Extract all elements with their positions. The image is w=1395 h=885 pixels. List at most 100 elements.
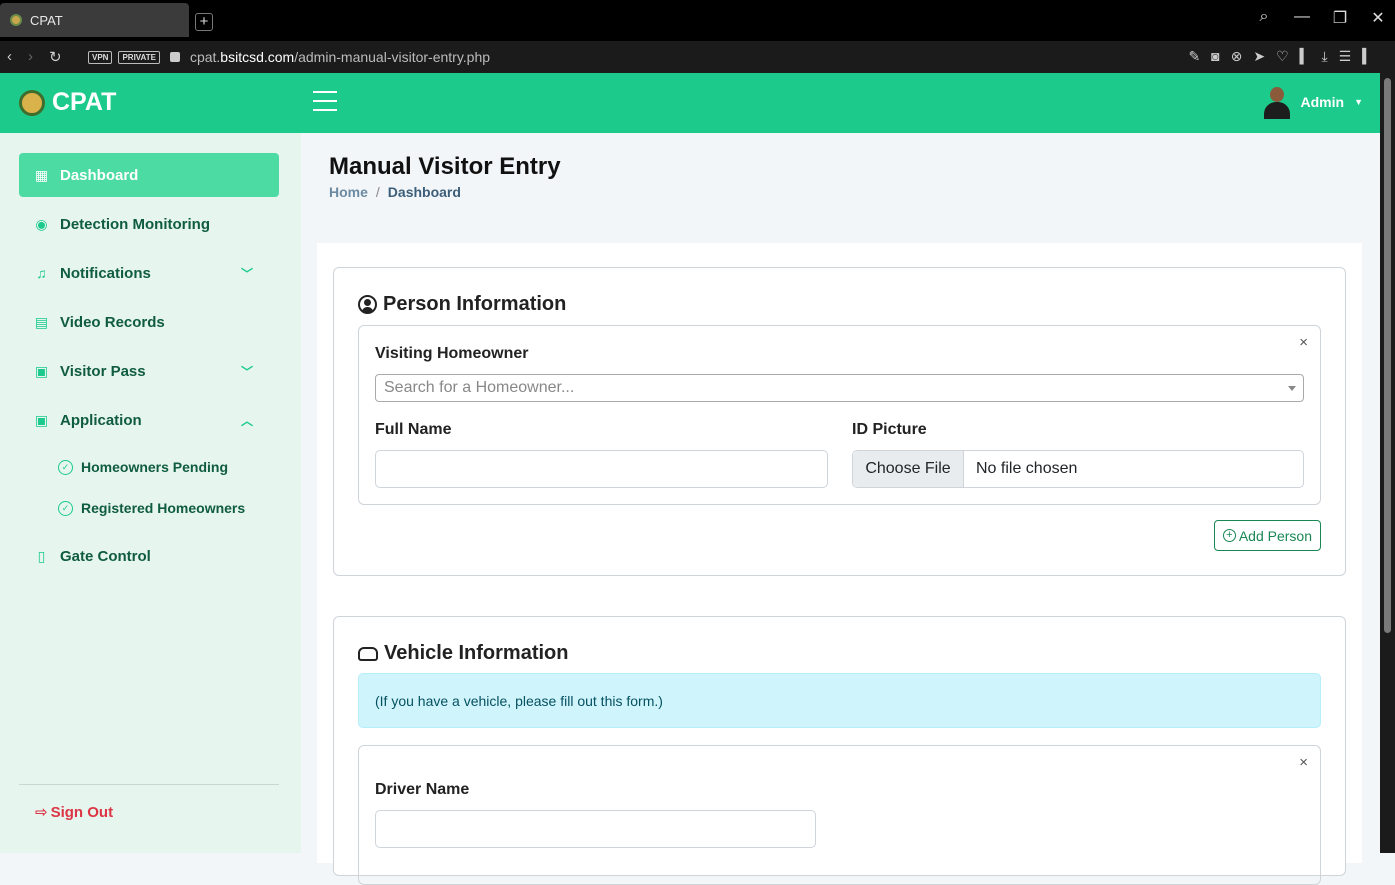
page-scrollbar[interactable] bbox=[1380, 73, 1395, 853]
back-icon[interactable]: ‹ bbox=[7, 48, 12, 66]
url-field[interactable]: cpat.bsitcsd.com/admin-manual-visitor-en… bbox=[190, 49, 490, 65]
caret-down-icon bbox=[1288, 386, 1296, 391]
close-window-icon[interactable]: ✕ bbox=[1369, 8, 1387, 28]
brand-name: CPAT bbox=[52, 88, 117, 116]
download-icon[interactable]: ⤓ bbox=[1321, 48, 1327, 65]
url-prefix: cpat. bbox=[189, 49, 221, 65]
sidebar-subitem-label: Registered Homeowners bbox=[81, 500, 246, 516]
sign-out-link[interactable]: ⇨ Sign Out bbox=[35, 803, 114, 822]
sidebar-item-dashboard[interactable]: ▦ Dashboard bbox=[19, 153, 279, 197]
address-bar: ‹ › ↻ VPN PRIVATE cpat.bsitcsd.com/admin… bbox=[0, 41, 1395, 73]
sidebar-subitem-label: Homeowners Pending bbox=[81, 459, 229, 475]
restore-icon[interactable]: ❐ bbox=[1331, 8, 1349, 28]
menu-icon[interactable]: ☰ bbox=[1339, 48, 1352, 65]
caret-down-icon: ▼ bbox=[1354, 97, 1363, 107]
sidebar-item-notifications[interactable]: ♫ Notifications ﹀ bbox=[19, 251, 279, 295]
vehicle-information-title: Vehicle Information bbox=[358, 642, 568, 665]
breadcrumb: Home / Dashboard bbox=[329, 184, 461, 200]
person-entry: × Visiting Homeowner Search for a Homeow… bbox=[358, 325, 1321, 505]
pass-icon: ▣ bbox=[34, 362, 49, 379]
browser-tools: ✎ ◙ ⊗ ➤ ♡ ▍ ⤓ ☰ ▍ bbox=[1188, 48, 1373, 65]
page-title: Manual Visitor Entry bbox=[329, 153, 561, 180]
url-domain: bsitcsd.com bbox=[220, 49, 295, 65]
sidebar-subitem-registered-homeowners[interactable]: ✓ Registered Homeowners bbox=[58, 493, 245, 523]
favicon-icon bbox=[10, 14, 22, 26]
minimize-icon[interactable]: — bbox=[1293, 8, 1311, 28]
sidebar-item-label: Gate Control bbox=[60, 547, 151, 565]
remove-vehicle-button[interactable]: × bbox=[1299, 754, 1308, 771]
reload-icon[interactable]: ↻ bbox=[49, 48, 62, 66]
chevron-down-icon: ﹀ bbox=[240, 364, 253, 379]
breadcrumb-separator: / bbox=[375, 184, 380, 200]
vehicle-information-card: Vehicle Information (If you have a vehic… bbox=[333, 616, 1346, 885]
browser-tab[interactable]: CPAT bbox=[0, 3, 189, 37]
grid-icon: ▦ bbox=[34, 166, 49, 183]
full-name-input[interactable] bbox=[375, 450, 828, 488]
user-menu[interactable]: Admin ▼ bbox=[1263, 85, 1363, 119]
sidebar-toggle-icon[interactable]: ▍ bbox=[1362, 48, 1373, 65]
sign-out-label: Sign Out bbox=[50, 803, 114, 821]
homeowner-placeholder: Search for a Homeowner... bbox=[384, 379, 575, 396]
vehicle-entry: × Driver Name bbox=[358, 745, 1321, 885]
person-badge-icon: ▣ bbox=[34, 411, 49, 428]
user-name: Admin bbox=[1300, 94, 1345, 110]
sidebar-item-detection-monitoring[interactable]: ◉ Detection Monitoring bbox=[19, 202, 279, 246]
heart-icon[interactable]: ♡ bbox=[1276, 48, 1289, 65]
sidebar-divider bbox=[19, 784, 279, 785]
camera-icon[interactable]: ◙ bbox=[1211, 48, 1219, 65]
forward-icon[interactable]: › bbox=[28, 48, 33, 66]
door-icon: ▯ bbox=[37, 547, 46, 564]
nav-buttons: ‹ › ↻ bbox=[0, 48, 88, 66]
add-person-button[interactable]: + Add Person bbox=[1213, 520, 1321, 551]
eye-icon: ◉ bbox=[35, 215, 48, 232]
breadcrumb-home[interactable]: Home bbox=[329, 184, 368, 200]
homeowner-label: Visiting Homeowner bbox=[375, 345, 529, 362]
new-tab-button[interactable]: + bbox=[195, 13, 213, 31]
homeowner-select[interactable]: Search for a Homeowner... bbox=[375, 374, 1304, 402]
chevron-down-icon: ﹀ bbox=[240, 266, 253, 281]
lock-icon[interactable] bbox=[169, 52, 180, 62]
avatar bbox=[1263, 85, 1291, 119]
choose-file-button[interactable]: Choose File bbox=[853, 451, 964, 487]
send-icon[interactable]: ➤ bbox=[1253, 48, 1265, 65]
edit-icon[interactable]: ✎ bbox=[1188, 48, 1200, 65]
no-file-text: No file chosen bbox=[976, 460, 1078, 477]
shield-icon[interactable]: ⊗ bbox=[1231, 48, 1243, 65]
browser-tabbar: CPAT + ⌕ — ❐ ✕ bbox=[0, 0, 1395, 41]
vpn-badge[interactable]: VPN bbox=[88, 50, 113, 64]
driver-name-input[interactable] bbox=[375, 810, 816, 848]
sidebar-item-gate-control[interactable]: ▯ Gate Control bbox=[19, 534, 279, 578]
film-icon: ▤ bbox=[34, 313, 49, 330]
sidebar: ▦ Dashboard ◉ Detection Monitoring ♫ Not… bbox=[0, 133, 301, 853]
sidebar-item-visitor-pass[interactable]: ▣ Visitor Pass ﹀ bbox=[19, 349, 279, 393]
vehicle-notice: (If you have a vehicle, please fill out … bbox=[358, 673, 1321, 728]
person-title-text: Person Information bbox=[383, 293, 567, 315]
url-path: /admin-manual-visitor-entry.php bbox=[294, 49, 491, 65]
hamburger-icon[interactable] bbox=[313, 91, 337, 111]
chevron-up-icon: ︿ bbox=[240, 413, 253, 428]
seal-icon bbox=[19, 89, 45, 116]
person-information-card: Person Information × Visiting Homeowner … bbox=[333, 267, 1346, 576]
person-information-title: Person Information bbox=[358, 293, 566, 316]
sidebar-item-video-records[interactable]: ▤ Video Records bbox=[19, 300, 279, 344]
private-badge: PRIVATE bbox=[118, 50, 160, 64]
sidebar-item-label: Detection Monitoring bbox=[60, 215, 210, 233]
add-person-label: Add Person bbox=[1238, 527, 1312, 544]
window-controls: ⌕ — ❐ ✕ bbox=[1255, 8, 1387, 28]
id-picture-file-input[interactable]: Choose File No file chosen bbox=[852, 450, 1304, 488]
sidebar-item-application[interactable]: ▣ Application ︿ bbox=[19, 398, 279, 442]
sidebar-item-label: Application bbox=[60, 411, 142, 429]
sidebar-subitem-homeowners-pending[interactable]: ✓ Homeowners Pending bbox=[58, 452, 228, 482]
check-circle-icon: ✓ bbox=[58, 459, 73, 475]
breadcrumb-current: Dashboard bbox=[387, 184, 461, 200]
brand-logo[interactable]: CPAT bbox=[19, 88, 116, 117]
vehicle-title-text: Vehicle Information bbox=[384, 642, 569, 664]
sidebar-item-label: Dashboard bbox=[60, 166, 139, 184]
full-name-label: Full Name bbox=[375, 421, 452, 438]
check-circle-icon: ✓ bbox=[58, 500, 73, 516]
tab-title: CPAT bbox=[30, 12, 63, 28]
remove-person-button[interactable]: × bbox=[1299, 334, 1308, 351]
bell-icon: ♫ bbox=[36, 264, 47, 281]
sign-out-icon: ⇨ bbox=[35, 804, 48, 821]
search-icon[interactable]: ⌕ bbox=[1255, 8, 1273, 28]
